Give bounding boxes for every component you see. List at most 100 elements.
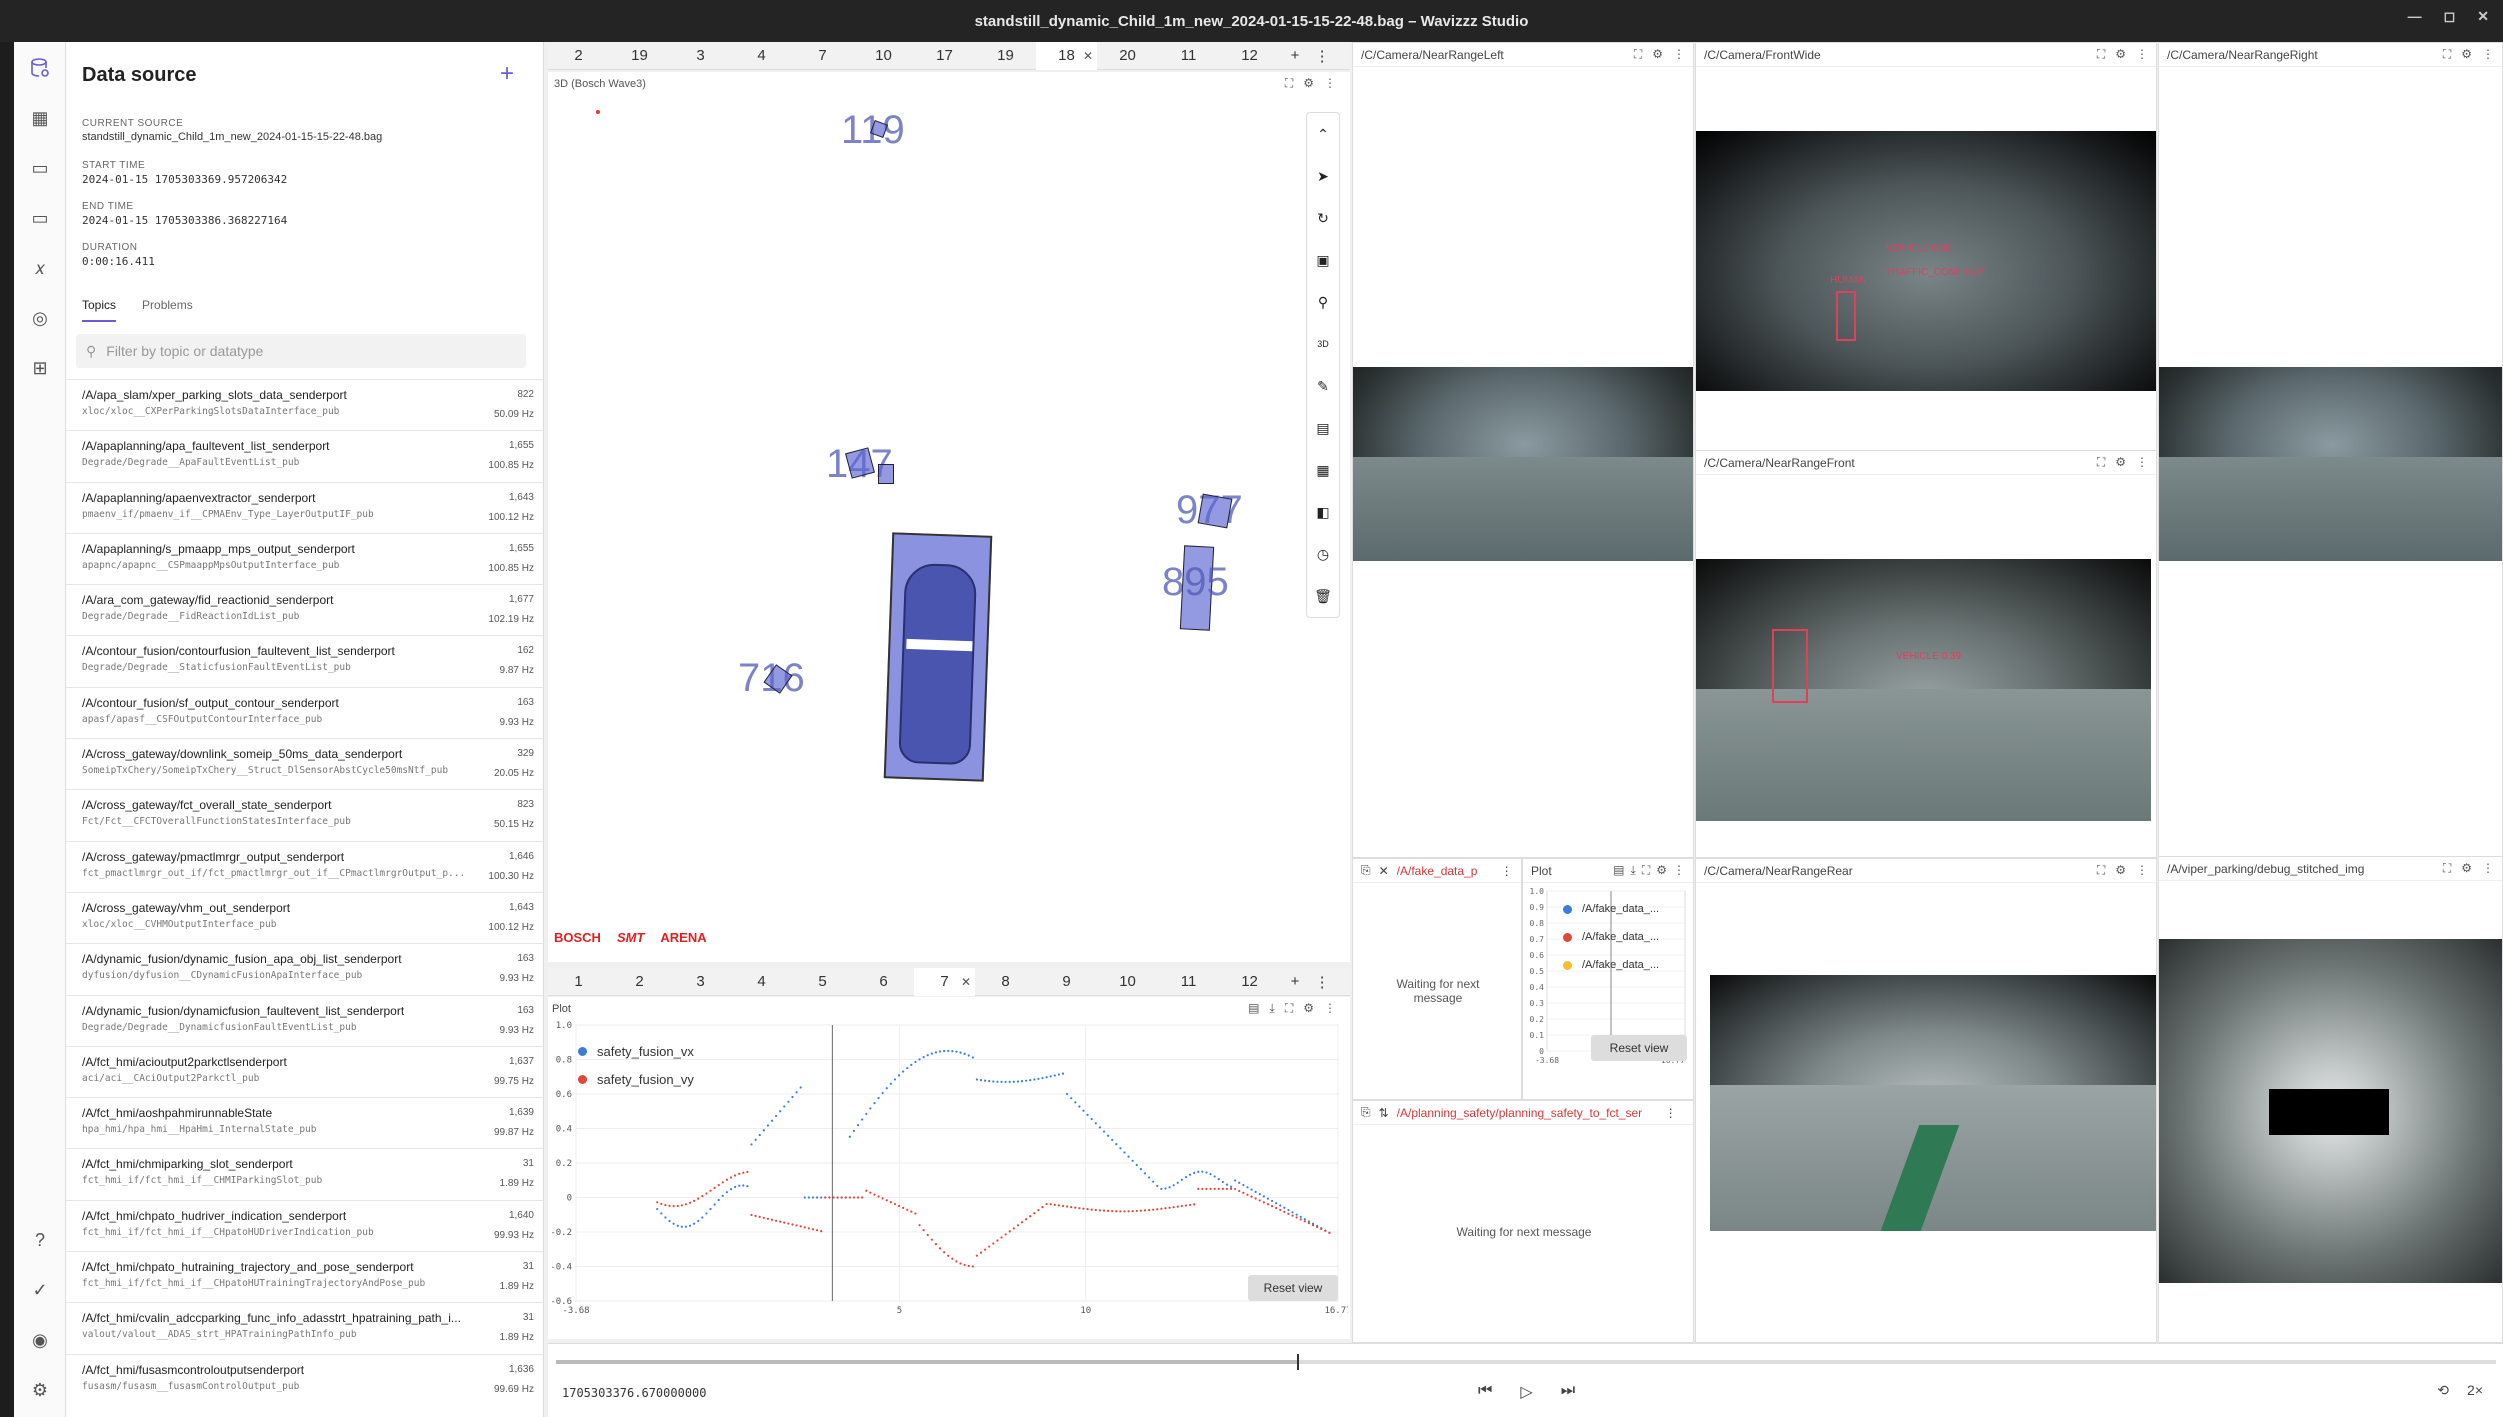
- layers-icon[interactable]: ◧: [1307, 491, 1339, 533]
- account-icon[interactable]: ◉: [26, 1326, 54, 1354]
- more-icon[interactable]: ⋮: [1324, 76, 1336, 91]
- gear-icon[interactable]: ⚙: [1303, 1001, 1314, 1016]
- map-icon[interactable]: ▤: [1307, 407, 1339, 449]
- layout-tab[interactable]: 12: [1219, 973, 1280, 990]
- extensions-icon[interactable]: ◎: [26, 304, 54, 332]
- topic-row[interactable]: /A/fct_hmi/aoshpahmirunnableState hpa_hm…: [66, 1097, 543, 1148]
- topic-row[interactable]: /A/apa_slam/xper_parking_slots_data_send…: [66, 379, 543, 430]
- check-icon[interactable]: ✓: [26, 1276, 54, 1304]
- layout-tab[interactable]: 10: [853, 47, 914, 64]
- fullscreen-icon[interactable]: ⛶: [1285, 76, 1293, 91]
- stitched-image-panel[interactable]: /A/viper_parking/debug_stitched_img ⛶ ⚙ ⋮: [2158, 856, 2503, 1343]
- gear-icon[interactable]: ⚙: [2461, 861, 2472, 876]
- help-icon[interactable]: ?: [26, 1226, 54, 1254]
- topic-row[interactable]: /A/cross_gateway/vhm_out_senderport xloc…: [66, 891, 543, 943]
- more-icon[interactable]: ⋮: [2482, 47, 2494, 62]
- variables-icon[interactable]: 𝑥: [26, 254, 54, 282]
- ruler-icon[interactable]: ✎: [1307, 365, 1339, 407]
- close-tab-icon[interactable]: ✕: [1083, 49, 1093, 63]
- camera-frontwide-panel[interactable]: /C/Camera/FrontWide ⛶ ⚙ ⋮ HUMAN VEHICLE 0.3…: [1695, 42, 2157, 452]
- panel-3d[interactable]: 3D (Bosch Wave3) ⛶ ⚙ ⋮ 119 147 977 895 7…: [548, 72, 1350, 962]
- topic-row[interactable]: /A/fct_hmi/chpato_hutraining_trajectory_…: [66, 1251, 543, 1302]
- layout-tab[interactable]: 11: [1158, 973, 1219, 990]
- 3d-view-toggle[interactable]: 3D: [1307, 323, 1339, 365]
- more-icon[interactable]: ⋮: [1673, 863, 1685, 878]
- add-tab-button[interactable]: +: [1280, 47, 1310, 64]
- tab-problems[interactable]: Problems: [142, 298, 193, 322]
- maximize-icon[interactable]: ◻: [2444, 8, 2456, 25]
- topic-row[interactable]: /A/dynamic_fusion/dynamicfusion_faulteve…: [66, 994, 543, 1046]
- clock-icon[interactable]: ◷: [1307, 533, 1339, 575]
- tab-topics[interactable]: Topics: [82, 298, 117, 322]
- layout-tab[interactable]: 10: [1097, 973, 1158, 990]
- trash-icon[interactable]: 🗑: [1307, 575, 1339, 617]
- topic-row[interactable]: /A/fct_hmi/fusasmcontroloutputsenderport…: [66, 1353, 543, 1405]
- minimize-icon[interactable]: —: [2408, 8, 2422, 25]
- fullscreen-icon[interactable]: ⛶: [2097, 863, 2105, 878]
- more-icon[interactable]: ⋮: [1310, 973, 1334, 991]
- layout-tab[interactable]: 19: [975, 47, 1036, 64]
- search-icon[interactable]: ⚲: [1307, 281, 1339, 323]
- legend-item[interactable]: /A/fake_data_...: [1563, 951, 1659, 979]
- add-tab-button[interactable]: +: [1280, 973, 1310, 990]
- collapse-icon[interactable]: ✕: [1379, 864, 1389, 878]
- fullscreen-icon[interactable]: ⛶: [2443, 861, 2451, 876]
- more-icon[interactable]: ⋮: [1324, 1001, 1336, 1016]
- layout-tab[interactable]: 5: [792, 973, 853, 990]
- fullscreen-icon[interactable]: ⛶: [1634, 47, 1642, 62]
- more-icon[interactable]: ⋮: [2136, 863, 2148, 878]
- legend-item[interactable]: safety_fusion_vy: [578, 1065, 694, 1093]
- layout-tab[interactable]: 19: [609, 47, 670, 64]
- chevron-up-icon[interactable]: ⌃: [1307, 113, 1339, 155]
- layout-tab[interactable]: 11: [1158, 47, 1219, 64]
- camera-front-panel[interactable]: /C/Camera/NearRangeFront ⛶ ⚙ ⋮ VEHICLE 0.39: [1695, 450, 2157, 858]
- layout-tab[interactable]: 7: [792, 47, 853, 64]
- layout-tab[interactable]: 20: [1097, 47, 1158, 64]
- reset-view-button[interactable]: Reset view: [1591, 1035, 1687, 1061]
- raw-message-panel[interactable]: ⎘ ✕ /A/fake_data_p ⋮ Waiting for next me…: [1352, 858, 1522, 1100]
- message-topic[interactable]: /A/planning_safety/planning_safety_to_fc…: [1397, 1106, 1657, 1120]
- more-icon[interactable]: ⋮: [2482, 861, 2494, 876]
- topic-row[interactable]: /A/apaplanning/apa_faultevent_list_sende…: [66, 430, 543, 481]
- layout-tab[interactable]: 4: [731, 973, 792, 990]
- legend-item[interactable]: /A/fake_data_...: [1563, 923, 1659, 951]
- layout-icon[interactable]: ▦: [26, 104, 54, 132]
- mini-plot-panel[interactable]: Plot ▤ ⤓ ⛶ ⚙ ⋮ 1.0 0.9 0.8 0.7 0.6 0.5 0.4 0.3 0.2 0.1…: [1522, 858, 1694, 1100]
- topic-row[interactable]: /A/ara_com_gateway/fid_reactionid_sender…: [66, 584, 543, 635]
- loop-icon[interactable]: ⟲: [2437, 1382, 2449, 1399]
- fullscreen-icon[interactable]: ⛶: [2443, 47, 2451, 62]
- fullscreen-icon[interactable]: ⛶: [2097, 47, 2105, 62]
- topic-row[interactable]: /A/dynamic_fusion/dynamic_fusion_apa_obj…: [66, 943, 543, 994]
- chart-icon[interactable]: ▤: [1248, 1001, 1259, 1016]
- more-icon[interactable]: ⋮: [1501, 864, 1513, 878]
- rotate-icon[interactable]: ↻: [1307, 197, 1339, 239]
- timeline-track[interactable]: [556, 1354, 2496, 1370]
- topic-row[interactable]: /A/cross_gateway/downlink_someip_50ms_da…: [66, 738, 543, 789]
- current-time[interactable]: 1705303376.670000000: [562, 1386, 707, 1400]
- layout-tab[interactable]: 2: [548, 47, 609, 64]
- more-icon[interactable]: ⋮: [2136, 47, 2148, 62]
- sort-icon[interactable]: ⇅: [1379, 1106, 1389, 1120]
- fullscreen-icon[interactable]: ⛶: [2097, 455, 2105, 470]
- gear-icon[interactable]: ⚙: [2115, 47, 2126, 62]
- camera-left-panel[interactable]: /C/Camera/NearRangeLeft ⛶ ⚙ ⋮: [1352, 42, 1694, 858]
- layout-tab[interactable]: 3: [670, 973, 731, 990]
- close-icon[interactable]: ✕: [2477, 8, 2489, 25]
- timeline-playhead[interactable]: [1297, 1354, 1300, 1370]
- topic-filter-input[interactable]: ⚲ Filter by topic or datatype: [76, 334, 526, 368]
- panel-settings-icon[interactable]: ▭: [26, 154, 54, 182]
- add-panel-icon[interactable]: ⊞: [26, 354, 54, 382]
- gear-icon[interactable]: ⚙: [2115, 863, 2126, 878]
- layout-tab[interactable]: 8: [975, 973, 1036, 990]
- layout-tab[interactable]: 4: [731, 47, 792, 64]
- gear-icon[interactable]: ⚙: [2461, 47, 2472, 62]
- skip-back-icon[interactable]: ⏮: [1478, 1382, 1492, 1402]
- panel-config-icon[interactable]: ▭: [26, 204, 54, 232]
- more-icon[interactable]: ⋮: [1310, 47, 1334, 65]
- reset-view-button[interactable]: Reset view: [1248, 1275, 1338, 1301]
- more-icon[interactable]: ⋮: [1673, 47, 1685, 62]
- gear-icon[interactable]: ⚙: [2115, 455, 2126, 470]
- close-tab-icon[interactable]: ✕: [961, 975, 971, 989]
- playback-speed[interactable]: 2×: [2467, 1382, 2483, 1399]
- camera-rear-panel[interactable]: /C/Camera/NearRangeRear ⛶ ⚙ ⋮: [1695, 858, 2157, 1343]
